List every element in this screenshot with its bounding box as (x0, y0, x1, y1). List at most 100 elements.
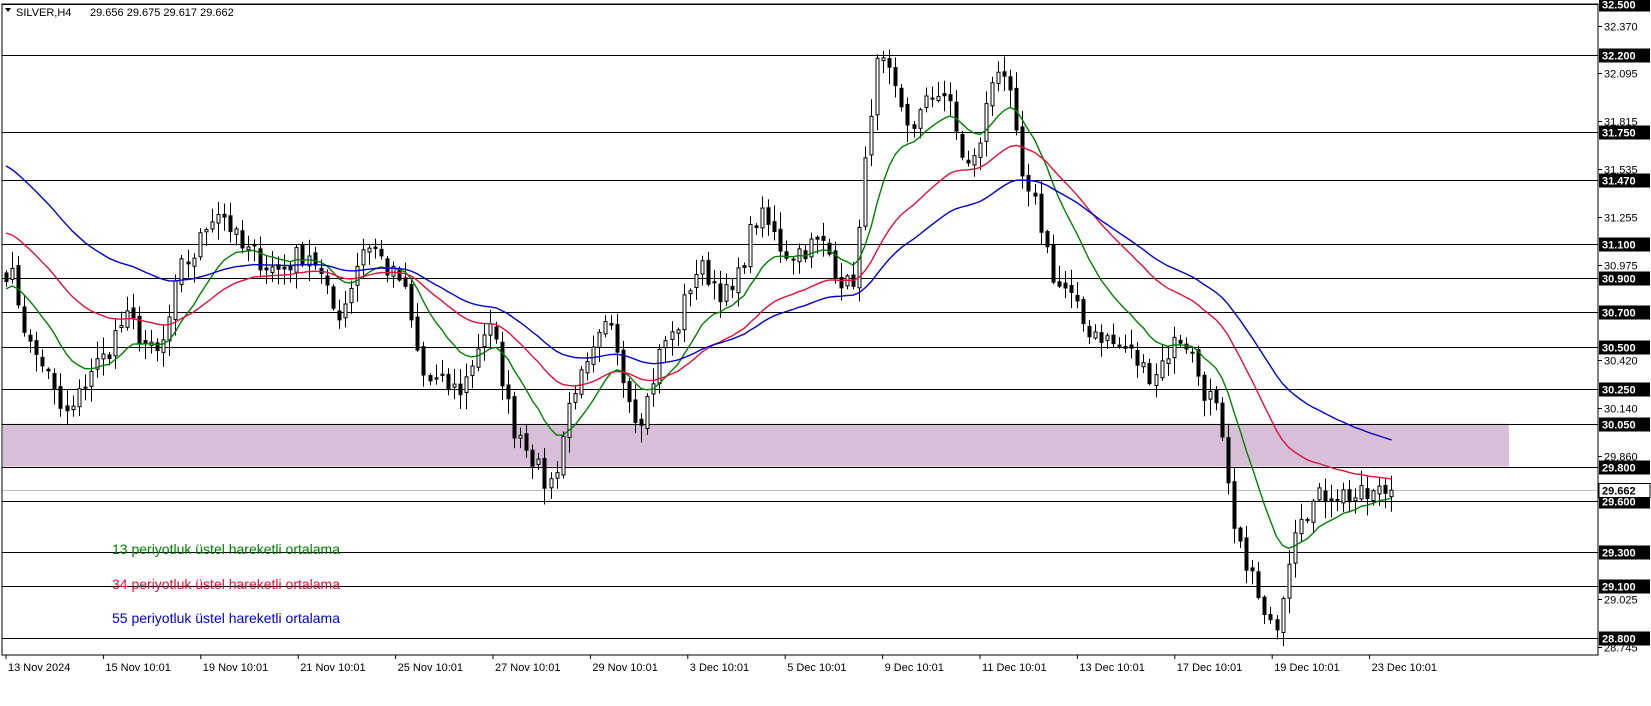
candle-bear (403, 277, 408, 287)
candle-bear (778, 228, 783, 252)
candle-bear (1335, 498, 1340, 501)
candle-bear (1051, 244, 1056, 283)
candle-bear (1214, 389, 1219, 404)
candle-bear (1129, 344, 1134, 349)
candle-bull (71, 405, 76, 411)
candle-bull (349, 287, 354, 304)
candle-bull (724, 284, 729, 302)
candle-bear (1347, 489, 1352, 503)
candle-bear (331, 286, 336, 309)
candle-bear (52, 373, 57, 390)
candle-bull (1117, 344, 1122, 347)
candle-bull (1389, 489, 1394, 498)
candle-bull (1377, 485, 1382, 495)
price-tick-label: 30.975 (1604, 261, 1638, 273)
candle-bull (1166, 358, 1171, 365)
legend-ema55: 55 periyotluk üstel hareketli ortalama (112, 610, 340, 626)
candle-bull (875, 57, 880, 116)
candle-bear (288, 265, 293, 271)
candle-bull (567, 402, 572, 438)
candle-bear (754, 225, 759, 228)
candle-bear (893, 67, 898, 87)
level-label: 30.250 (1602, 385, 1636, 397)
candle-bear (300, 243, 305, 265)
price-tick-label: 32.095 (1604, 69, 1638, 81)
candle-bull (440, 373, 445, 376)
candle-bear (1087, 325, 1092, 338)
candle-bull (978, 142, 983, 158)
candle-bull (83, 386, 88, 389)
candle-bull (748, 223, 753, 268)
price-chart[interactable]: 32.37032.09531.81531.53531.25530.97530.4… (0, 0, 1651, 706)
time-label: 17 Dec 10:01 (1177, 662, 1242, 674)
candle-bear (4, 272, 9, 283)
candle-bear (1178, 339, 1183, 344)
candle-bull (1208, 390, 1213, 400)
candle-bull (270, 266, 275, 274)
price-tick-label: 30.140 (1604, 404, 1638, 416)
candle-bear (942, 93, 947, 97)
candle-bull (670, 331, 675, 340)
level-label: 31.470 (1602, 176, 1636, 188)
candle-bear (458, 383, 463, 396)
candle-bull (736, 267, 741, 294)
candle-bear (1383, 484, 1388, 494)
candle-bear (609, 323, 614, 326)
time-label: 13 Nov 2024 (8, 662, 70, 674)
ohlc-readout: 29.656 29.675 29.617 29.662 (90, 7, 234, 19)
candle-bull (591, 346, 596, 365)
candle-bear (960, 133, 965, 158)
candle-bear (1014, 87, 1019, 131)
candle-bear (1020, 126, 1025, 177)
candle-bear (706, 259, 711, 285)
candle-bull (1299, 518, 1304, 535)
candle-bull (210, 221, 215, 230)
candle-bear (415, 316, 420, 351)
candle-bull (101, 353, 106, 360)
candle-bear (252, 244, 257, 247)
candle-bull (1093, 331, 1098, 339)
candle-bull (791, 258, 796, 261)
candle-bear (65, 405, 70, 412)
time-label: 5 Dec 10:01 (787, 662, 846, 674)
candle-bull (760, 207, 765, 229)
candle-bear (530, 449, 535, 467)
candle-bear (222, 213, 227, 218)
candle-bear (912, 124, 917, 129)
candle-bull (1293, 532, 1298, 564)
candle-bear (1135, 349, 1140, 366)
candle-bear (446, 373, 451, 391)
candle-bear (58, 386, 63, 409)
candle-bull (89, 371, 94, 387)
current-price-label: 29.662 (1602, 486, 1636, 498)
price-tick-label: 32.370 (1604, 22, 1638, 34)
candle-bull (573, 393, 578, 403)
level-label: 29.800 (1602, 463, 1636, 475)
candle-bull (1359, 485, 1364, 500)
candle-bear (228, 215, 233, 233)
candle-bear (887, 57, 892, 68)
candle-bull (161, 339, 166, 353)
candle-bear (627, 380, 632, 403)
price-tick-label: 29.025 (1604, 595, 1638, 607)
candle-bear (815, 236, 820, 240)
level-label: 29.100 (1602, 582, 1636, 594)
candle-bear (1002, 71, 1007, 77)
candle-bear (899, 87, 904, 108)
candle-bull (476, 348, 481, 368)
candle-bull (676, 329, 681, 334)
time-label: 25 Nov 10:01 (398, 662, 463, 674)
candle-bear (506, 384, 511, 400)
candle-bear (1275, 619, 1280, 631)
candle-bull (518, 434, 523, 439)
candle-bear (337, 310, 342, 321)
symbol-label: SILVER,H4 (16, 7, 71, 19)
candle-bull (1160, 360, 1165, 379)
candle-bull (77, 388, 82, 408)
candle-bull (246, 246, 251, 251)
candle-bull (936, 95, 941, 102)
candle-bull (1141, 362, 1146, 368)
candle-bear (1190, 351, 1195, 354)
level-label: 30.700 (1602, 308, 1636, 320)
candle-bull (367, 247, 372, 253)
